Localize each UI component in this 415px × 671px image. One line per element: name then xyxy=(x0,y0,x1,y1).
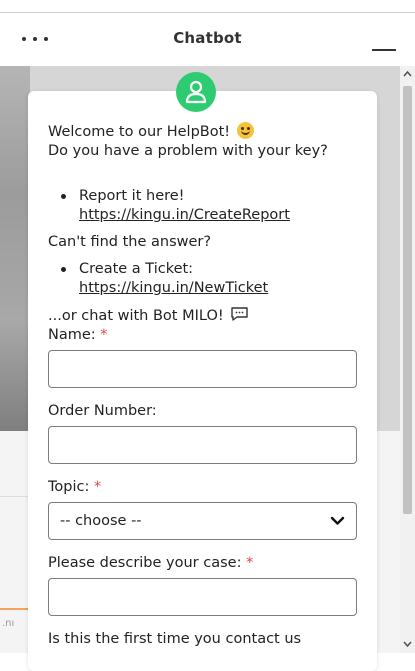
background-image xyxy=(0,66,30,431)
background-text: .nı xyxy=(2,618,15,629)
describe-label: Please describe your case: * xyxy=(48,554,360,573)
chevron-down-icon xyxy=(403,641,412,648)
chat-with-text: ...or chat with Bot MILO! xyxy=(48,306,360,326)
minimize-icon xyxy=(372,49,396,51)
order-number-input[interactable] xyxy=(48,426,357,464)
bot-avatar xyxy=(176,72,216,112)
background-accent-bar xyxy=(0,608,30,610)
list-item: Report it here! https://kingu.in/CreateR… xyxy=(48,187,360,225)
describe-case-input[interactable] xyxy=(48,578,357,616)
describe-label-text: Please describe your case: xyxy=(48,555,242,571)
background-divider xyxy=(0,496,30,497)
scroll-up-button[interactable] xyxy=(400,66,415,82)
chat-content: Welcome to our HelpBot! Do you have a pr… xyxy=(48,122,360,649)
ticket-label: Create a Ticket: xyxy=(79,261,194,277)
chevron-up-icon xyxy=(403,70,412,77)
required-mark: * xyxy=(93,479,102,495)
chat-title: Chatbot xyxy=(173,29,242,47)
welcome-line-1: Welcome to our HelpBot! xyxy=(48,124,231,140)
name-label: Name: * xyxy=(48,326,360,345)
user-icon xyxy=(185,80,207,104)
ticket-list: Create a Ticket: https://kingu.in/NewTic… xyxy=(48,260,360,298)
topic-select[interactable]: -- choose -- xyxy=(48,502,357,540)
minimize-button[interactable] xyxy=(372,35,396,53)
smiley-emoji-icon xyxy=(236,122,254,139)
report-link[interactable]: https://kingu.in/CreateReport xyxy=(79,207,290,223)
required-mark: * xyxy=(246,555,254,571)
topic-label: Topic: * xyxy=(48,478,360,497)
report-list: Report it here! https://kingu.in/CreateR… xyxy=(48,187,360,225)
chat-header: Chatbot xyxy=(0,13,415,66)
order-label: Order Number: xyxy=(48,403,157,419)
required-mark: * xyxy=(100,327,108,343)
ticket-link[interactable]: https://kingu.in/NewTicket xyxy=(79,280,268,296)
first-time-label: Is this the first time you contact us xyxy=(48,631,302,647)
topic-label-text: Topic: xyxy=(48,479,90,495)
chevron-down-icon xyxy=(330,516,345,525)
list-item: Create a Ticket: https://kingu.in/NewTic… xyxy=(48,260,360,298)
name-label-text: Name: xyxy=(48,327,96,343)
scrollbar-thumb[interactable] xyxy=(403,86,412,514)
topic-select-value: -- choose -- xyxy=(60,513,142,529)
name-input[interactable] xyxy=(48,350,357,388)
report-label: Report it here! xyxy=(79,188,185,204)
welcome-message: Welcome to our HelpBot! Do you have a pr… xyxy=(48,122,360,179)
scroll-down-button[interactable] xyxy=(400,636,415,652)
chat-with-label: ...or chat with Bot MILO! xyxy=(48,308,224,324)
speech-bubble-icon xyxy=(231,307,248,321)
welcome-line-2: Do you have a problem with your key? xyxy=(48,143,328,159)
cant-find-text: Can't find the answer? xyxy=(48,234,212,250)
